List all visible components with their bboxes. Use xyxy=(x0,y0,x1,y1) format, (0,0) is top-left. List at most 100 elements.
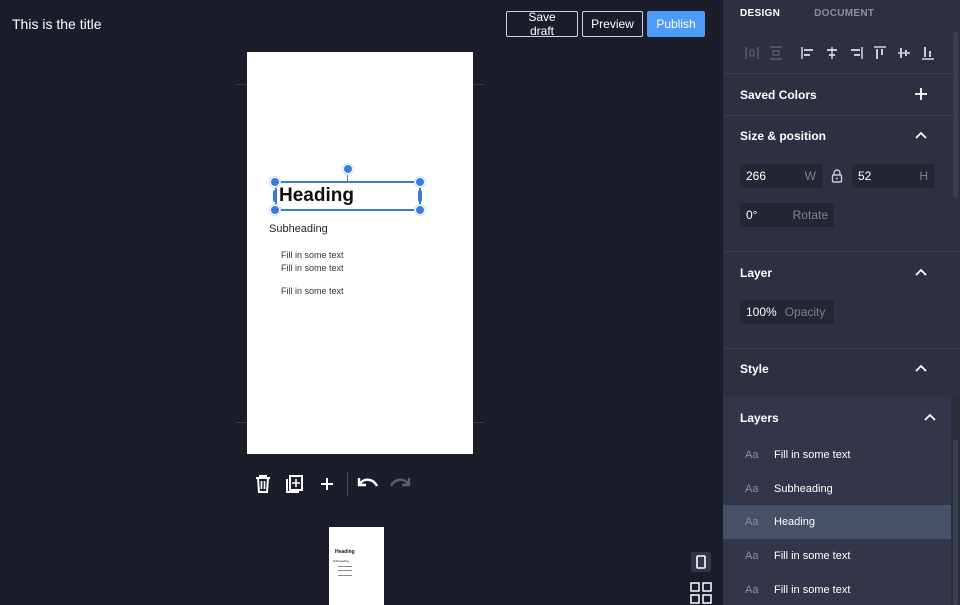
section-divider xyxy=(723,73,960,74)
sidebar-tabs: DESIGN DOCUMENT xyxy=(740,8,874,19)
mobile-view-icon xyxy=(696,555,706,569)
section-divider xyxy=(723,115,960,116)
align-center-horizontal-button[interactable] xyxy=(820,42,844,64)
height-field[interactable]: 52 H xyxy=(852,164,934,188)
body-text-1[interactable]: Fill in some text xyxy=(281,250,344,260)
thumbnail-subheading: Subheading xyxy=(333,559,350,563)
align-right-button[interactable] xyxy=(844,42,868,64)
layers-scrollbar[interactable] xyxy=(953,440,958,605)
chevron-up-icon xyxy=(915,364,927,372)
editor-app: This is the title Save draft Preview Pub… xyxy=(0,0,960,605)
saved-colors-title: Saved Colors xyxy=(740,88,817,102)
resize-handle-left[interactable] xyxy=(273,190,277,202)
undo-icon xyxy=(357,478,379,487)
rotate-field[interactable]: 0° Rotate xyxy=(740,203,834,227)
design-sidebar: DESIGN DOCUMENT Saved Colors Size & posi… xyxy=(723,0,960,605)
align-bottom-button[interactable] xyxy=(916,42,940,64)
align-bottom-icon xyxy=(922,47,934,60)
heading-text[interactable]: Heading xyxy=(279,185,354,207)
text-type-icon: Aa xyxy=(745,516,759,528)
layers-title: Layers xyxy=(740,411,779,425)
resize-handle-bottom-right[interactable] xyxy=(415,205,425,215)
align-left-button[interactable] xyxy=(796,42,820,64)
align-left-icon xyxy=(801,47,813,59)
rotate-label: Rotate xyxy=(792,208,828,222)
selected-heading-element[interactable]: Heading xyxy=(275,181,421,211)
align-center-horizontal-icon xyxy=(827,47,837,59)
thumbnail-text-line xyxy=(338,566,352,567)
section-divider xyxy=(723,348,960,349)
grid-view-button[interactable] xyxy=(690,582,712,604)
style-title: Style xyxy=(740,362,769,376)
layers-panel: Layers Aa Fill in some text Aa Subheadin… xyxy=(723,397,960,605)
width-value: 266 xyxy=(746,169,767,183)
section-divider xyxy=(723,251,960,252)
save-draft-button[interactable]: Save draft xyxy=(506,10,578,38)
layer-title: Layer xyxy=(740,266,773,280)
add-saved-color-button[interactable] xyxy=(913,86,929,102)
chevron-up-icon xyxy=(924,413,936,421)
layer-item[interactable]: Aa Fill in some text xyxy=(723,438,951,472)
resize-handle-right[interactable] xyxy=(418,190,422,202)
body-text-2[interactable]: Fill in some text xyxy=(281,263,344,273)
opacity-value: 100% xyxy=(746,305,777,319)
add-icon xyxy=(321,478,333,490)
width-field[interactable]: 266 W xyxy=(740,164,822,188)
align-middle-button[interactable] xyxy=(892,42,916,64)
collapse-layer-button[interactable] xyxy=(913,264,929,280)
collapse-style-button[interactable] xyxy=(913,360,929,376)
layer-name: Fill in some text xyxy=(774,449,851,461)
thumbnail-text-line xyxy=(338,570,352,571)
distribute-horizontal-icon xyxy=(745,47,759,59)
resize-handle-bottom-left[interactable] xyxy=(270,205,280,215)
document-title[interactable]: This is the title xyxy=(12,16,101,32)
body-text-3[interactable]: Fill in some text xyxy=(281,286,344,296)
layer-name: Fill in some text xyxy=(774,550,851,562)
height-label: H xyxy=(919,169,928,183)
trash-icon xyxy=(256,475,270,493)
layer-item[interactable]: Aa Subheading xyxy=(723,472,951,506)
opacity-field[interactable]: 100% Opacity xyxy=(740,300,834,324)
distribute-horizontal-button[interactable] xyxy=(740,42,764,64)
mobile-view-button[interactable] xyxy=(691,552,711,572)
delete-page-button[interactable] xyxy=(247,471,279,497)
subheading-text[interactable]: Subheading xyxy=(269,223,328,235)
layer-item[interactable]: Aa Fill in some text xyxy=(723,539,951,573)
chevron-up-icon xyxy=(915,131,927,139)
tab-design[interactable]: DESIGN xyxy=(740,8,780,19)
layer-item-selected[interactable]: Aa Heading xyxy=(723,505,951,539)
distribute-vertical-button[interactable] xyxy=(764,42,788,64)
collapse-layers-button[interactable] xyxy=(922,409,938,425)
text-type-icon: Aa xyxy=(745,449,759,461)
opacity-label: Opacity xyxy=(784,305,826,319)
align-right-icon xyxy=(851,47,863,59)
top-actions: Save draft Preview Publish xyxy=(506,10,705,38)
tab-document[interactable]: DOCUMENT xyxy=(814,8,874,19)
align-top-button[interactable] xyxy=(868,42,892,64)
width-label: W xyxy=(804,169,816,183)
text-type-icon: Aa xyxy=(745,550,759,562)
story-page[interactable]: Heading Subheading Fill in some text Fil… xyxy=(247,52,473,454)
text-type-icon: Aa xyxy=(745,584,759,596)
publish-button[interactable]: Publish xyxy=(647,11,705,37)
size-position-title: Size & position xyxy=(740,129,827,143)
layer-item[interactable]: Aa Fill in some text xyxy=(723,573,951,605)
text-type-icon: Aa xyxy=(745,483,759,495)
distribute-vertical-icon xyxy=(770,46,782,60)
page-thumbnail[interactable]: Heading Subheading xyxy=(329,527,384,605)
duplicate-page-button[interactable] xyxy=(279,471,311,497)
undo-button[interactable] xyxy=(352,471,384,497)
collapse-size-position-button[interactable] xyxy=(913,127,929,143)
thumbnail-text-line xyxy=(338,575,352,576)
rotation-handle[interactable] xyxy=(343,164,353,174)
preview-button[interactable]: Preview xyxy=(582,11,643,37)
thumbnail-heading: Heading xyxy=(335,549,355,555)
add-page-button[interactable] xyxy=(311,471,343,497)
resize-handle-top-left[interactable] xyxy=(270,177,280,187)
height-value: 52 xyxy=(858,169,872,183)
lock-aspect-ratio-button[interactable] xyxy=(829,168,845,184)
resize-handle-top-right[interactable] xyxy=(415,177,425,187)
align-middle-icon xyxy=(898,48,910,58)
chevron-up-icon xyxy=(915,268,927,276)
redo-button[interactable] xyxy=(384,471,416,497)
